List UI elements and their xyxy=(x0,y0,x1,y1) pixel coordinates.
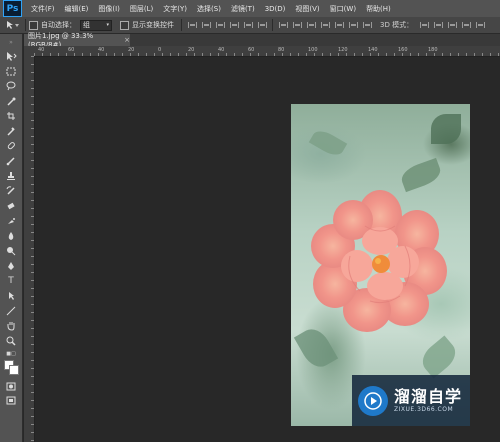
distribute-right-icon[interactable] xyxy=(348,21,358,30)
align-vcenter-icon[interactable] xyxy=(201,21,211,30)
menu-edit[interactable]: 编辑(E) xyxy=(60,4,94,14)
document-tab[interactable]: 图片1.jpg @ 33.3%(RGB/8#) × xyxy=(24,32,130,49)
align-hcenter-icon[interactable] xyxy=(243,21,253,30)
watermark-url: ZIXUE.3D66.COM xyxy=(394,406,454,413)
watermark-text: 溜溜自学 ZIXUE.3D66.COM xyxy=(394,387,463,414)
document-tab-bar: 图片1.jpg @ 33.3%(RGB/8#) × xyxy=(24,32,500,49)
menu-image[interactable]: 图像(I) xyxy=(93,4,125,14)
distribute-hcenter-icon[interactable] xyxy=(334,21,344,30)
mode-3d-label: 3D 模式： xyxy=(380,21,414,29)
panel-collapse-icon[interactable]: » xyxy=(3,36,19,48)
quick-mask-icon[interactable] xyxy=(3,380,19,392)
distribute-bottom-icon[interactable] xyxy=(306,21,316,30)
ruler-label: 0 xyxy=(158,47,162,53)
auto-select-checkbox[interactable] xyxy=(29,20,38,30)
ruler-label: 60 xyxy=(248,47,255,53)
auto-select-value: 组 xyxy=(83,21,90,29)
move-tool-icon[interactable] xyxy=(3,50,19,62)
align-top-icon[interactable] xyxy=(187,21,197,30)
dodge-tool-icon[interactable] xyxy=(3,245,19,257)
ruler-label: 100 xyxy=(308,47,318,53)
show-transform-checkbox[interactable] xyxy=(120,20,129,30)
default-colors-icon[interactable]: ■□ xyxy=(3,348,19,360)
gradient-tool-icon[interactable] xyxy=(3,215,19,227)
drag-3d-icon[interactable] xyxy=(447,21,457,30)
ruler-label: 80 xyxy=(278,47,285,53)
ruler-label: 40 xyxy=(38,47,45,53)
menu-window[interactable]: 窗口(W) xyxy=(325,4,361,14)
auto-select-label: 自动选择： xyxy=(41,21,76,29)
menu-help[interactable]: 帮助(H) xyxy=(361,4,396,14)
screen-mode-icon[interactable] xyxy=(3,394,19,406)
ruler-ticks xyxy=(31,56,34,442)
ruler-label: 140 xyxy=(368,47,378,53)
ruler-label: 120 xyxy=(338,47,348,53)
background-color-swatch[interactable] xyxy=(9,365,19,375)
leaf xyxy=(431,114,461,144)
watermark-brand: 溜溜自学 xyxy=(394,387,463,406)
pen-tool-icon[interactable] xyxy=(3,260,19,272)
options-separator xyxy=(25,19,26,31)
scale-3d-icon[interactable] xyxy=(475,21,485,30)
eyedropper-tool-icon[interactable] xyxy=(3,125,19,137)
close-icon[interactable]: × xyxy=(124,36,130,44)
ruler-label: 40 xyxy=(218,47,225,53)
healing-brush-tool-icon[interactable] xyxy=(3,140,19,152)
move-tool-preset-icon[interactable] xyxy=(4,19,22,31)
ruler-label: 60 xyxy=(68,47,75,53)
play-logo-icon xyxy=(358,385,388,416)
slide-3d-icon[interactable] xyxy=(461,21,471,30)
zoom-tool-icon[interactable] xyxy=(3,335,19,347)
distribute-left-icon[interactable] xyxy=(320,21,330,30)
watermark: 溜溜自学 ZIXUE.3D66.COM xyxy=(352,375,470,426)
crop-tool-icon[interactable] xyxy=(3,110,19,122)
clone-stamp-tool-icon[interactable] xyxy=(3,170,19,182)
align-left-icon[interactable] xyxy=(229,21,239,30)
leaf xyxy=(308,126,348,160)
horizontal-ruler[interactable]: 40 60 40 20 0 20 40 60 80 100 120 140 16… xyxy=(34,46,500,57)
line-tool-icon[interactable] xyxy=(3,305,19,317)
path-selection-tool-icon[interactable] xyxy=(3,290,19,302)
distribute-vcenter-icon[interactable] xyxy=(292,21,302,30)
options-separator xyxy=(272,19,273,31)
ruler-label: 160 xyxy=(398,47,408,53)
flower xyxy=(311,190,447,332)
ruler-label: 20 xyxy=(128,47,135,53)
align-bottom-icon[interactable] xyxy=(215,21,225,30)
menu-layer[interactable]: 图层(L) xyxy=(125,4,158,14)
options-separator xyxy=(181,19,182,31)
ruler-label: 20 xyxy=(188,47,195,53)
menu-filter[interactable]: 滤镜(T) xyxy=(226,4,260,14)
menu-type[interactable]: 文字(Y) xyxy=(158,4,192,14)
tools-panel: » T ■□ xyxy=(0,34,23,442)
menu-view[interactable]: 视图(V) xyxy=(290,4,324,14)
ruler-label: 40 xyxy=(98,47,105,53)
type-tool-icon[interactable]: T xyxy=(3,275,19,287)
hand-tool-icon[interactable] xyxy=(3,320,19,332)
lasso-tool-icon[interactable] xyxy=(3,80,19,92)
distribute-top-icon[interactable] xyxy=(278,21,288,30)
menu-select[interactable]: 选择(S) xyxy=(192,4,226,14)
auto-align-icon[interactable] xyxy=(362,21,372,30)
history-brush-tool-icon[interactable] xyxy=(3,185,19,197)
blur-tool-icon[interactable] xyxy=(3,230,19,242)
leaf xyxy=(416,335,462,379)
photoshop-logo: Ps xyxy=(3,0,22,17)
menu-bar: Ps 文件(F) 编辑(E) 图像(I) 图层(L) 文字(Y) 选择(S) 滤… xyxy=(0,0,500,18)
eraser-tool-icon[interactable] xyxy=(3,200,19,212)
align-right-icon[interactable] xyxy=(257,21,267,30)
quick-select-tool-icon[interactable] xyxy=(3,95,19,107)
show-transform-label: 显示变换控件 xyxy=(132,21,174,29)
rotate-3d-icon[interactable] xyxy=(419,21,429,30)
vertical-ruler[interactable] xyxy=(24,56,35,442)
auto-select-dropdown[interactable]: 组 ▾ xyxy=(80,19,112,31)
ruler-label: 180 xyxy=(428,47,438,53)
brush-tool-icon[interactable] xyxy=(3,155,19,167)
ruler-ticks xyxy=(34,53,500,56)
marquee-tool-icon[interactable] xyxy=(3,65,19,77)
menu-3d[interactable]: 3D(D) xyxy=(260,5,291,13)
dropdown-arrow-icon: ▾ xyxy=(106,22,109,28)
roll-3d-icon[interactable] xyxy=(433,21,443,30)
menu-file[interactable]: 文件(F) xyxy=(26,4,60,14)
